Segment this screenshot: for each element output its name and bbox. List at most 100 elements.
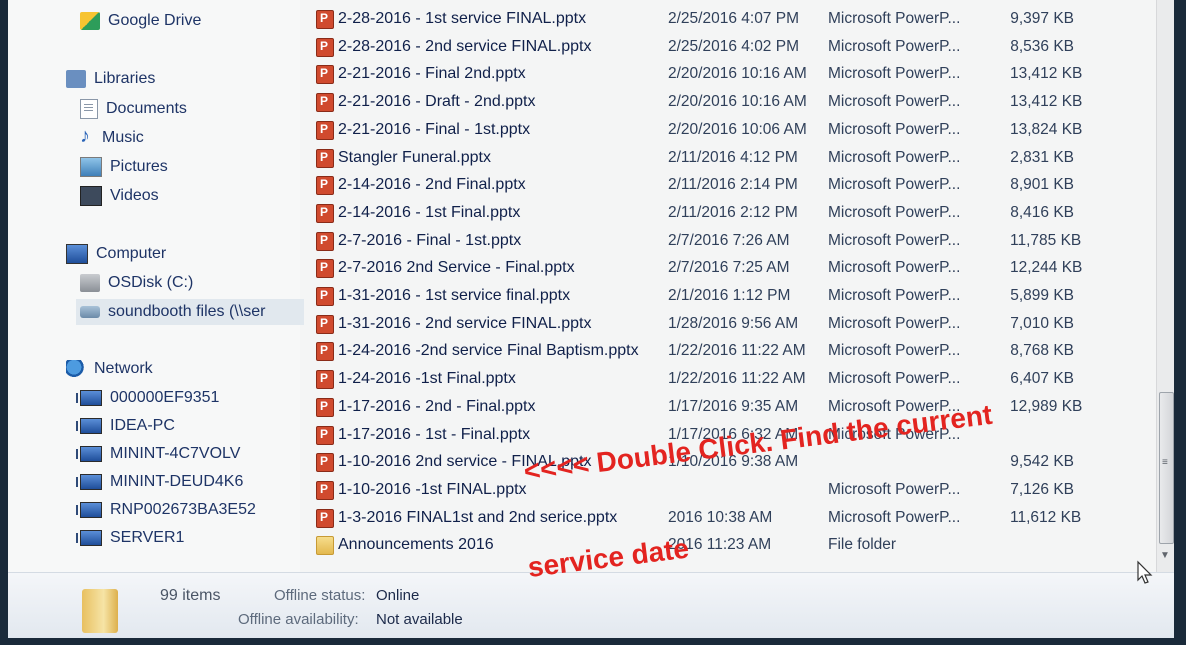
date-modified: 2/11/2016 2:14 PM (668, 176, 798, 194)
offline-availability-value: Not available (376, 611, 463, 628)
date-modified: 1/22/2016 11:22 AM (668, 370, 806, 388)
file-row[interactable]: 2-14-2016 - 2nd Final.pptx 2/11/2016 2:14… (314, 172, 1160, 198)
file-row[interactable]: 2-28-2016 - 2nd service FINAL.pptx 2/25/2… (314, 34, 1160, 60)
file-row[interactable]: 2-7-2016 - Final - 1st.pptx 2/7/2016 7:26… (314, 228, 1160, 254)
computer-icon (76, 474, 102, 490)
file-name: 1-3-2016 FINAL1st and 2nd serice.pptx (338, 508, 618, 526)
nav-item-label: Network (94, 360, 153, 377)
powerpoint-file-icon (316, 342, 334, 362)
powerpoint-file-icon (316, 93, 334, 113)
file-name: 2-7-2016 2nd Service - Final.pptx (338, 259, 575, 277)
nav-item-libraries[interactable]: Libraries (62, 66, 304, 92)
file-type: Microsoft PowerP... (828, 203, 961, 221)
file-type: Microsoft PowerP... (828, 176, 961, 194)
nav-item-label: RNP002673BA3E52 (110, 501, 256, 518)
file-name: 1-31-2016 - 1st service final.pptx (338, 287, 571, 304)
nav-item-soundbooth-files-ser[interactable]: soundbooth files (\\ser (76, 299, 304, 325)
file-size: 6,407 KB (1010, 370, 1074, 388)
date-modified: 2016 10:38 AM (668, 508, 773, 526)
item-count: 99 items (160, 587, 221, 604)
music-icon (80, 125, 94, 148)
file-type: Microsoft PowerP... (828, 231, 961, 249)
date-modified: 2/25/2016 4:07 PM (668, 10, 799, 27)
vertical-scrollbar[interactable]: ≡ ▼ (1156, 0, 1174, 572)
nav-item-minint-4c7volv[interactable]: MININT-4C7VOLV (76, 441, 304, 467)
nav-item-label: OSDisk (C:) (108, 274, 194, 291)
nav-item-label: 000000EF9351 (110, 389, 220, 406)
nav-item-rnp002673ba3e52[interactable]: RNP002673BA3E52 (76, 497, 304, 523)
scrollbar-thumb[interactable]: ≡ (1159, 392, 1174, 544)
nav-item-network[interactable]: Network (62, 356, 304, 382)
nav-item-000000ef9351[interactable]: 000000EF9351 (76, 385, 304, 411)
powerpoint-file-icon (316, 287, 334, 306)
file-name: 1-24-2016 -2nd service Final Baptism.ppt… (338, 342, 639, 360)
file-row[interactable]: 2-7-2016 2nd Service - Final.pptx 2/7/201… (314, 255, 1160, 281)
file-type: Microsoft PowerP... (828, 93, 961, 111)
scroll-down-arrow-icon[interactable]: ▼ (1160, 550, 1170, 561)
powerpoint-file-icon (316, 120, 334, 140)
pictures-icon (80, 157, 102, 177)
nav-item-label: Videos (110, 187, 159, 204)
file-row[interactable]: 1-3-2016 FINAL1st and 2nd serice.pptx 201… (314, 505, 1160, 531)
file-row[interactable]: 1-31-2016 - 2nd service FINAL.pptx 1/28/2… (314, 311, 1160, 337)
file-size: 8,536 KB (1010, 37, 1074, 55)
file-row[interactable]: 1-31-2016 - 1st service final.pptx 2/1/20… (314, 283, 1160, 309)
details-pane: 99 items Offline status: Online Offline … (8, 572, 1174, 638)
nav-item-google-drive[interactable]: Google Drive (76, 8, 304, 34)
nav-item-osdisk-c[interactable]: OSDisk (C:) (76, 270, 304, 296)
powerpoint-file-icon (316, 453, 334, 473)
google-drive-icon (80, 12, 100, 30)
folder-row[interactable]: Announcements 2016 2016 11:23 AM File fold… (314, 532, 1160, 558)
file-row[interactable]: 2-21-2016 - Final 2nd.pptx 2/20/2016 10:1… (314, 61, 1160, 87)
file-type: Microsoft PowerP... (828, 314, 961, 332)
file-size: 12,989 KB (1010, 397, 1083, 415)
file-size: 11,785 KB (1010, 231, 1082, 249)
nav-item-pictures[interactable]: Pictures (76, 154, 304, 180)
file-name: 1-10-2016 -1st FINAL.pptx (338, 480, 527, 498)
documents-icon (80, 99, 98, 119)
file-size: 9,542 KB (1010, 453, 1074, 471)
date-modified: 1/17/2016 9:35 AM (668, 397, 799, 415)
nav-item-documents[interactable]: Documents (76, 96, 304, 122)
file-row[interactable]: 1-17-2016 - 2nd - Final.pptx 1/17/2016 9:… (314, 394, 1160, 420)
file-size: 13,412 KB (1010, 93, 1083, 111)
nav-item-videos[interactable]: Videos (76, 183, 304, 209)
explorer-window: Google Drive Libraries Documents Music Pictu… (8, 0, 1174, 638)
nav-item-idea-pc[interactable]: IDEA-PC (76, 413, 304, 439)
file-name: 2-21-2016 - Final 2nd.pptx (338, 65, 526, 83)
file-row[interactable]: 1-24-2016 -1st Final.pptx 1/22/2016 11:22… (314, 366, 1160, 392)
powerpoint-file-icon (316, 314, 334, 334)
file-type: Microsoft PowerP... (828, 287, 961, 304)
file-row[interactable]: 2-14-2016 - 1st Final.pptx 2/11/2016 2:12… (314, 200, 1160, 226)
file-row[interactable]: 1-10-2016 -1st FINAL.pptx Microsoft Power… (314, 477, 1160, 503)
powerpoint-file-icon (316, 508, 334, 528)
file-type: File folder (828, 536, 897, 554)
date-modified: 2/11/2016 2:12 PM (668, 203, 798, 221)
nav-item-label: Documents (106, 100, 187, 117)
nav-item-server1[interactable]: SERVER1 (76, 525, 304, 551)
file-row[interactable]: 2-28-2016 - 1st service FINAL.pptx 2/25/2… (314, 6, 1160, 32)
nav-item-label: Music (102, 129, 144, 146)
file-row[interactable]: 1-24-2016 -2nd service Final Baptism.ppt… (314, 338, 1160, 364)
nav-item-label: Libraries (94, 70, 156, 87)
powerpoint-file-icon (316, 176, 334, 196)
nav-item-label: IDEA-PC (110, 417, 175, 434)
nav-item-label: MININT-4C7VOLV (110, 445, 241, 462)
nav-item-computer[interactable]: Computer (62, 241, 304, 267)
file-row[interactable]: 2-21-2016 - Final - 1st.pptx 2/20/2016 10… (314, 117, 1160, 143)
nav-item-label: soundbooth files (\\ser (108, 303, 266, 320)
nav-item-label: MININT-DEUD4K6 (110, 473, 244, 490)
offline-availability-label: Offline availability: (238, 611, 359, 628)
nav-item-label: Computer (96, 245, 167, 262)
computer-icon (76, 530, 102, 546)
file-row[interactable]: 2-21-2016 - Draft - 2nd.pptx 2/20/2016 10… (314, 89, 1160, 115)
file-row[interactable]: Stangler Funeral.pptx 2/11/2016 4:12 PM Mi… (314, 145, 1160, 171)
file-size: 13,824 KB (1010, 120, 1083, 138)
file-type: Microsoft PowerP... (828, 259, 961, 277)
date-modified: 2/7/2016 7:25 AM (668, 259, 790, 277)
file-size: 5,899 KB (1010, 287, 1074, 304)
nav-item-minint-deud4k6[interactable]: MININT-DEUD4K6 (76, 469, 304, 495)
nav-item-label: SERVER1 (110, 529, 185, 546)
nav-item-music[interactable]: Music (76, 125, 304, 151)
videos-icon (80, 186, 102, 206)
